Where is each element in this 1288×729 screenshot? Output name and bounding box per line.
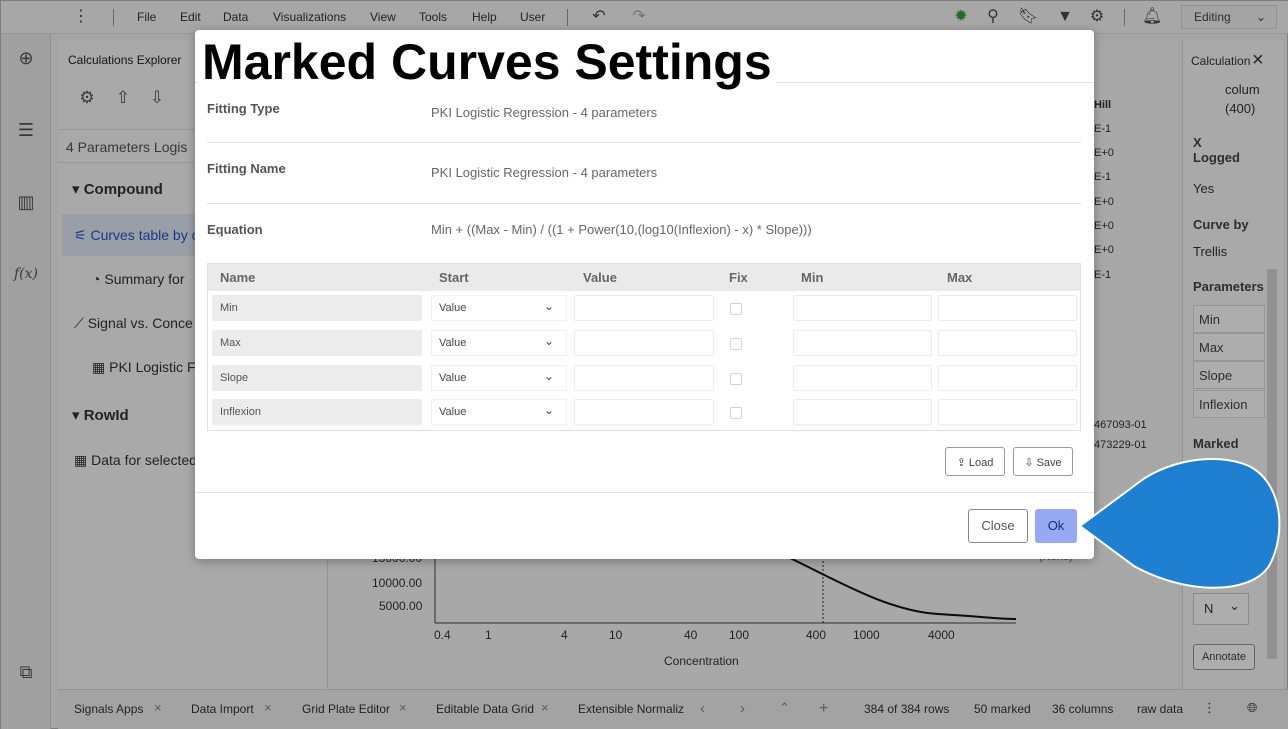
min-input[interactable] <box>793 399 932 425</box>
parameter-name: Max <box>212 330 422 356</box>
max-input[interactable] <box>938 399 1077 425</box>
column-header-value: Value <box>583 270 617 285</box>
value-input[interactable] <box>574 295 714 321</box>
load-button[interactable]: ⇪ Load <box>945 447 1005 476</box>
pointer-callout <box>1078 457 1281 589</box>
column-header-name: Name <box>220 270 256 285</box>
value-input[interactable] <box>574 365 714 391</box>
divider <box>207 142 1081 143</box>
chevron-down-icon: ⌄ <box>543 369 554 383</box>
max-input[interactable] <box>938 295 1077 321</box>
parameter-name: Inflexion <box>212 399 422 425</box>
min-input[interactable] <box>793 330 932 356</box>
start-select[interactable]: Value ⌄ <box>431 399 567 425</box>
divider <box>207 203 1081 204</box>
column-header-max: Max <box>947 270 973 285</box>
column-header-start: Start <box>439 270 469 285</box>
footer-divider <box>195 492 1094 493</box>
start-select-value: Value <box>439 302 467 314</box>
value-input[interactable] <box>574 399 714 425</box>
save-button[interactable]: ⇩ Save <box>1013 447 1073 476</box>
ok-button[interactable]: Ok <box>1035 509 1077 543</box>
column-header-min: Min <box>801 270 824 285</box>
parameters-table: Name Start Value Fix Min Max Min Value ⌄ … <box>207 263 1081 431</box>
marked-curves-settings-dialog: Marked Curves Settings Fitting Type PKI … <box>195 30 1094 559</box>
start-select[interactable]: Value ⌄ <box>431 365 567 391</box>
download-icon: ⇩ <box>1024 457 1034 469</box>
parameter-name: Min <box>212 295 422 321</box>
column-header-fix: Fix <box>729 270 748 285</box>
value-input[interactable] <box>574 330 714 356</box>
save-label: Save <box>1036 457 1062 469</box>
fitting-type-value: PKI Logistic Regression - 4 parameters <box>431 105 658 120</box>
max-input[interactable] <box>938 330 1077 356</box>
fix-checkbox[interactable] <box>730 373 742 385</box>
fitting-name-label: Fitting Name <box>207 161 286 176</box>
fix-checkbox[interactable] <box>730 407 742 419</box>
start-select-value: Value <box>439 406 467 418</box>
start-select-value: Value <box>439 372 467 384</box>
min-input[interactable] <box>793 365 932 391</box>
chevron-down-icon: ⌄ <box>543 334 554 348</box>
fitting-name-value: PKI Logistic Regression - 4 parameters <box>431 165 658 180</box>
upload-icon: ⇪ <box>956 457 966 469</box>
parameter-name: Slope <box>212 365 422 391</box>
start-select[interactable]: Value ⌄ <box>431 330 567 356</box>
fitting-type-label: Fitting Type <box>207 101 280 116</box>
equation-value: Min + ((Max - Min) / ((1 + Power(10,(log… <box>431 222 812 237</box>
chevron-down-icon: ⌄ <box>543 403 554 417</box>
fix-checkbox[interactable] <box>730 338 742 350</box>
chevron-down-icon: ⌄ <box>543 299 554 313</box>
min-input[interactable] <box>793 295 932 321</box>
dialog-title: Marked Curves Settings <box>198 32 776 95</box>
table-header: Name Start Value Fix Min Max <box>208 264 1080 291</box>
start-select[interactable]: Value ⌄ <box>431 295 567 321</box>
max-input[interactable] <box>938 365 1077 391</box>
start-select-value: Value <box>439 337 467 349</box>
load-label: Load <box>968 457 994 469</box>
equation-label: Equation <box>207 222 263 237</box>
fix-checkbox[interactable] <box>730 303 742 315</box>
close-button[interactable]: Close <box>968 509 1028 543</box>
